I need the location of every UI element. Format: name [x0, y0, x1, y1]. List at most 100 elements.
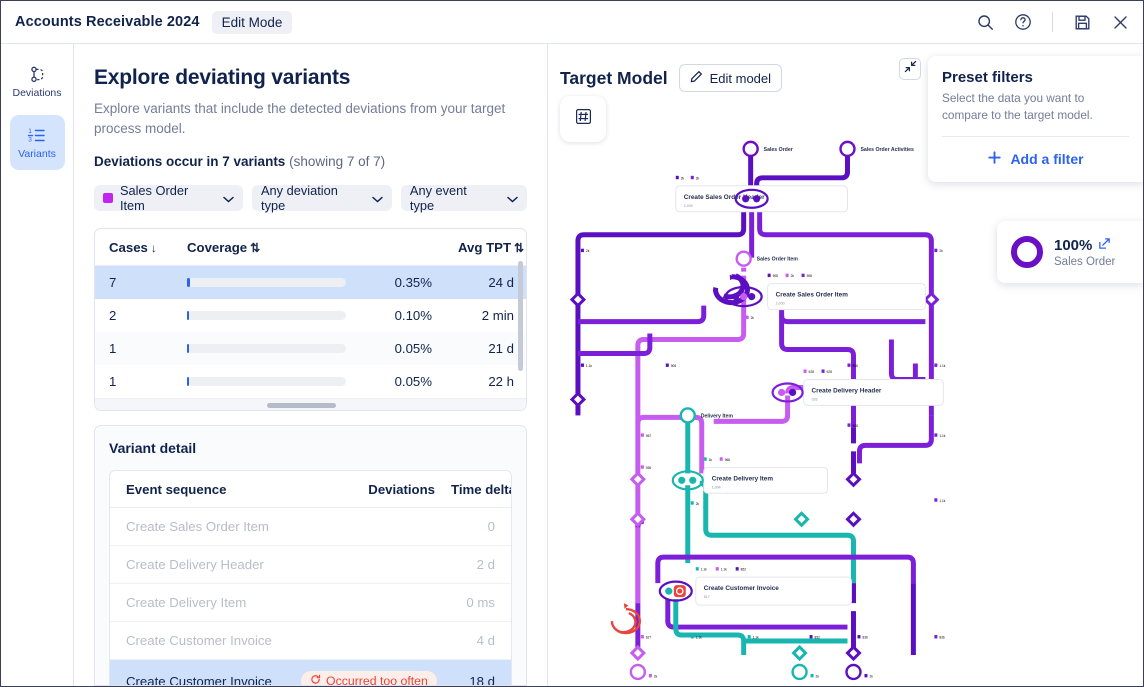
cases-table-header-row: Cases ↓ Coverage ⇅ Avg TPT ⇅ [95, 229, 526, 267]
preset-filters-card: Preset filters Select the data you want … [928, 56, 1143, 182]
page-subtitle: Explore variants that include the detect… [94, 101, 506, 136]
cell-coverage-pct: 0.10% [394, 308, 432, 324]
svg-text:817: 817 [704, 595, 710, 599]
svg-text:1.1k: 1.1k [701, 568, 707, 572]
cases-table-hscrollbar[interactable] [95, 398, 526, 411]
titlebar-actions [974, 11, 1131, 33]
variants-icon: 1 3 [27, 125, 47, 145]
cell-time-delta: 0 ms [435, 583, 511, 623]
cell-event: Create Delivery Header [110, 545, 285, 585]
sidebar-item-variants[interactable]: 1 3 Variants [9, 115, 65, 170]
filter-chip-label: Any event type [409, 183, 467, 214]
sort-icon-cases[interactable]: ↓ [151, 241, 157, 255]
column-header-coverage[interactable]: Coverage ⇅ [173, 229, 444, 267]
list-item[interactable]: Create Sales Order Item 0 [110, 507, 511, 547]
cell-event: Create Sales Order Item [110, 507, 285, 547]
chevron-down-icon [223, 191, 234, 206]
kpi-value: 100% [1054, 236, 1093, 254]
svg-text:1,004: 1,004 [712, 485, 721, 489]
repeat-icon [310, 674, 321, 685]
list-item[interactable]: Create Delivery Item 0 ms [110, 583, 511, 623]
svg-text:2,000: 2,000 [776, 302, 785, 306]
variant-detail-card: Event sequence Deviations Time delta Cre… [109, 470, 512, 686]
node-label: Sales Order [764, 147, 793, 153]
svg-text:2,000: 2,000 [684, 204, 693, 208]
svg-text:2k: 2k [939, 249, 943, 253]
column-header-avg-tpt[interactable]: Avg TPT ⇅ [444, 229, 526, 267]
svg-text:836: 836 [939, 636, 945, 640]
status-badge: Occurred too often [301, 671, 437, 686]
cell-deviation: Occurred too often [285, 659, 437, 686]
cell-event: Create Customer Invoice [110, 621, 285, 661]
cell-coverage-pct: 0.05% [357, 332, 444, 366]
collapse-panel-button[interactable] [899, 58, 921, 80]
sidebar-item-deviations[interactable]: Deviations [10, 54, 65, 109]
table-row[interactable]: 1 0.05% 21 d [95, 332, 526, 366]
filter-chip-event-type[interactable]: Any event type [400, 183, 527, 214]
coverage-bar-fill [187, 377, 189, 387]
sort-icon-avg-tpt[interactable]: ⇅ [514, 241, 524, 255]
edit-mode-badge[interactable]: Edit Mode [211, 10, 293, 34]
table-row[interactable]: 1 0.05% 22 h [95, 365, 526, 398]
list-item[interactable]: Create Customer Invoice 4 d [110, 621, 511, 661]
sidebar-item-label: Variants [18, 148, 56, 161]
filter-chip-object-type[interactable]: Sales Order Item [94, 183, 244, 213]
list-item[interactable]: Create Delivery Header 2 d [110, 545, 511, 585]
svg-text:968: 968 [725, 458, 731, 462]
activity-create-sales-order-header: Create Sales Order Header 2,000 2k 2k [675, 175, 848, 213]
add-filter-button[interactable]: Add a filter [942, 137, 1129, 182]
cell-coverage-bar [173, 299, 358, 332]
body: Deviations 1 3 Variants Explore deviatin… [1, 44, 1143, 686]
scrollbar-thumb[interactable] [267, 403, 337, 409]
deviations-icon [28, 64, 47, 84]
list-item[interactable]: Create Customer Invoice Occurred too oft… [110, 659, 511, 686]
svg-text:2k: 2k [791, 274, 795, 278]
close-icon[interactable] [1109, 11, 1131, 33]
help-icon[interactable] [1012, 11, 1034, 33]
collapse-icon [904, 60, 917, 78]
filter-chip-group: Sales Order Item Any deviation type Any … [94, 183, 527, 214]
cell-deviation [285, 545, 435, 585]
search-icon[interactable] [974, 11, 996, 33]
coverage-bar [187, 344, 346, 354]
activity-create-customer-invoice: Create Customer Invoice 817 1.1k 1.1k 85… [658, 567, 852, 606]
chevron-down-icon [372, 191, 383, 206]
table-row[interactable]: 7 0.35% 24 d [95, 265, 526, 300]
coverage-bar-fill [187, 344, 189, 354]
column-header-cases[interactable]: Cases ↓ [95, 229, 173, 267]
svg-text:1.1k: 1.1k [939, 499, 945, 503]
activity-create-sales-order-item: Create Sales Order Item 2,000 908 2k 908 [724, 273, 926, 311]
column-header-deviations: Deviations [285, 471, 435, 509]
cell-time-delta: 18 d [435, 659, 511, 686]
table-row[interactable]: 2 0.10% 2 min [95, 299, 526, 332]
svg-text:1.1k: 1.1k [586, 364, 592, 368]
coverage-bar [187, 311, 346, 321]
plus-icon [987, 150, 1002, 168]
svg-text:928: 928 [852, 424, 858, 428]
cases-table-card: Cases ↓ Coverage ⇅ Avg TPT ⇅ 7 0.35% 24 d [94, 228, 527, 412]
svg-text:1k: 1k [709, 458, 713, 462]
sidebar-rail: Deviations 1 3 Variants [1, 44, 74, 686]
cell-deviation [285, 583, 435, 623]
coverage-bar [187, 377, 346, 387]
save-icon[interactable] [1071, 11, 1093, 33]
cell-coverage-pct: 0.35% [357, 265, 444, 300]
cell-cases: 7 [95, 265, 173, 300]
svg-text:908: 908 [671, 364, 677, 368]
expand-icon[interactable] [1098, 237, 1111, 254]
titlebar-divider [1052, 12, 1053, 32]
cases-table-vscrollbar[interactable] [518, 261, 523, 372]
app-title: Accounts Receivable 2024 [15, 14, 200, 30]
svg-text:852: 852 [815, 636, 821, 640]
kpi-card-sales-order[interactable]: 100% Sales Order [997, 221, 1143, 283]
svg-text:852: 852 [741, 568, 747, 572]
cell-deviation [285, 507, 435, 547]
filter-chip-deviation-type[interactable]: Any deviation type [252, 183, 392, 213]
grid-toggle-button[interactable] [560, 96, 606, 142]
target-model-panel: .pk { stroke:#5b0fc0; stroke-width:5; fi… [548, 44, 1143, 686]
svg-text:1: 1 [28, 128, 32, 135]
variant-detail-title: Variant detail [109, 440, 197, 457]
svg-text:2k: 2k [696, 176, 700, 180]
sort-icon-coverage[interactable]: ⇅ [250, 241, 260, 255]
cases-table-body: 7 0.35% 24 d 2 0.10% 2 min 1 0.05% 21 d … [95, 265, 526, 399]
